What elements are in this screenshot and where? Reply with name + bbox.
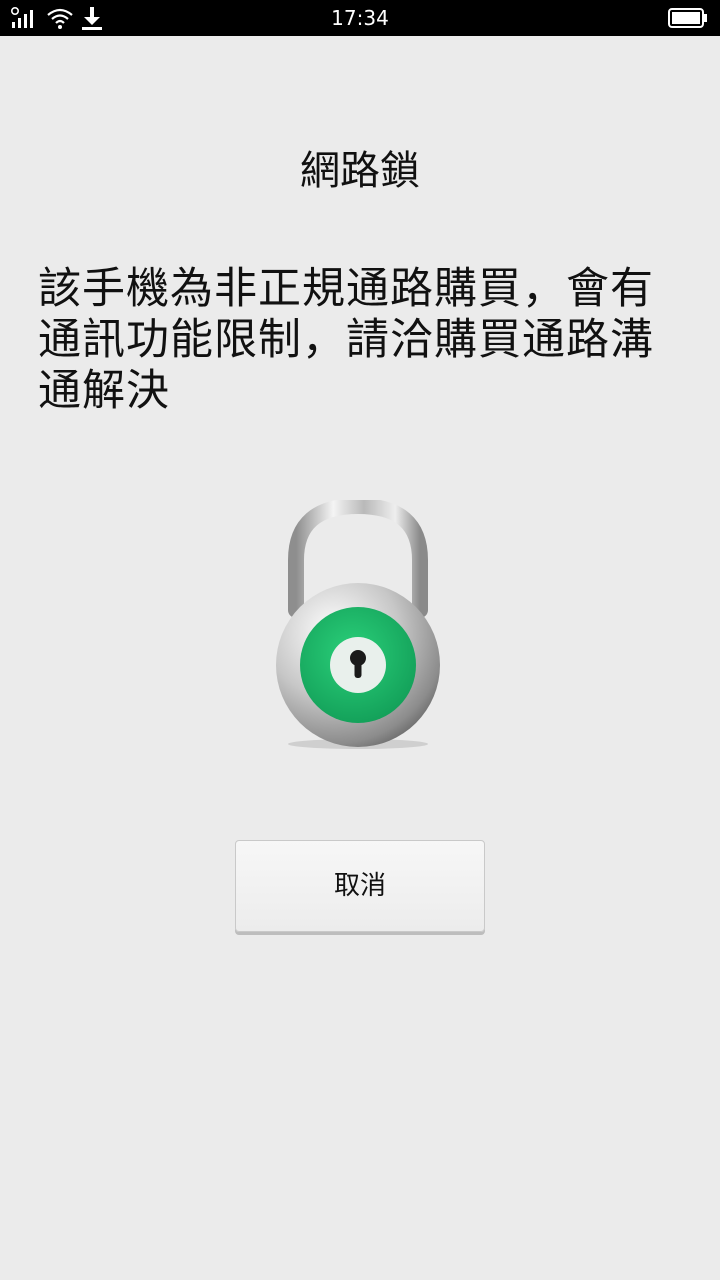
padlock-icon (270, 497, 450, 750)
status-bar: 17:34 (0, 0, 720, 36)
status-time: 17:34 (331, 6, 389, 30)
battery-icon (668, 8, 708, 32)
cancel-button[interactable]: 取消 (235, 840, 485, 932)
page-title: 網路鎖 (300, 148, 420, 194)
lock-message: 該手機為非正規通路購買，會有通訊功能限制，請洽購買通路溝通解決 (38, 264, 654, 416)
